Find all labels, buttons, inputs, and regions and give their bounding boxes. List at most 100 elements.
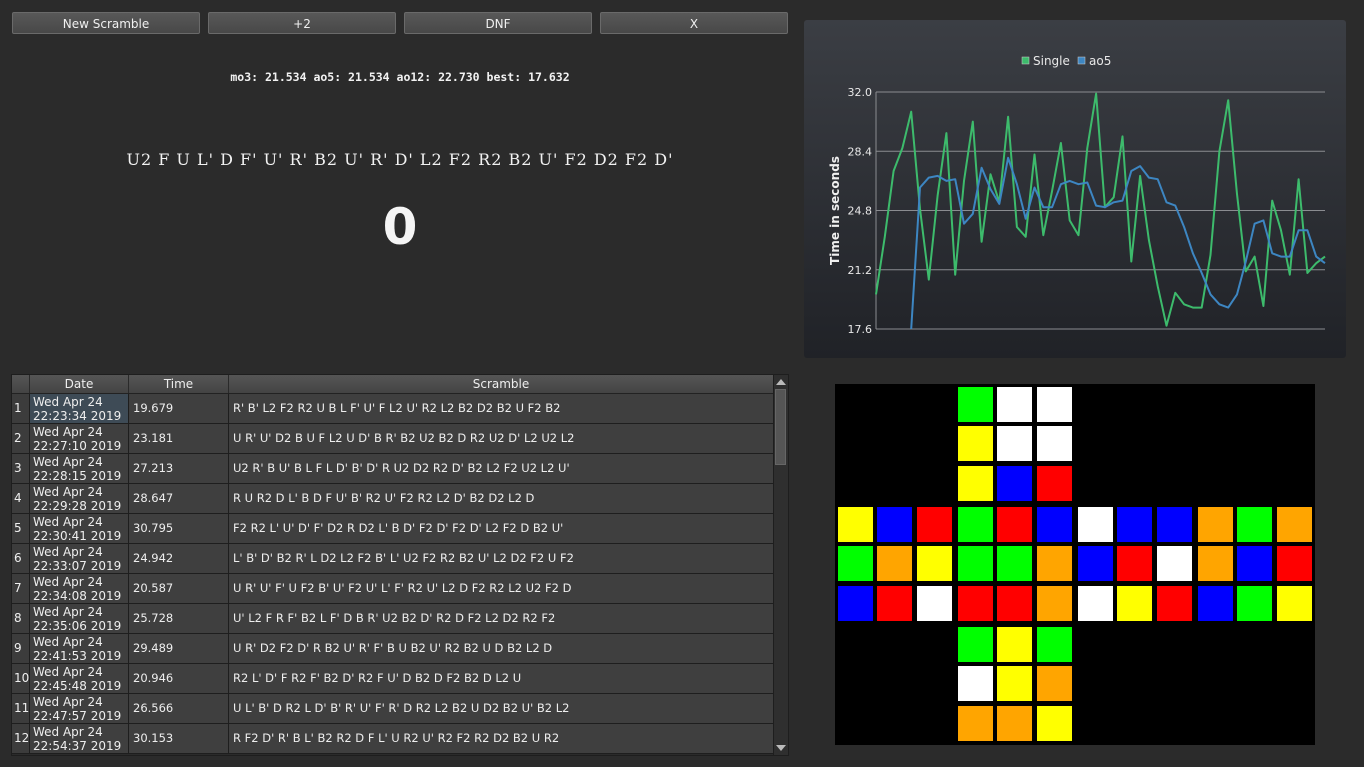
date-cell[interactable]: Wed Apr 24 22:23:34 2019 (30, 394, 129, 423)
scramble-cell[interactable]: U R' U' F' U F2 B' U' F2 U' L' F' R2 U' … (229, 574, 774, 603)
date-cell[interactable]: Wed Apr 24 22:28:15 2019 (30, 454, 129, 483)
date-day: Wed Apr 24 (33, 455, 103, 469)
time-cell[interactable]: 27.213 (129, 454, 229, 483)
row-number[interactable]: 12 (12, 724, 30, 753)
table-scrollbar[interactable] (773, 375, 788, 755)
header-date[interactable]: Date (30, 375, 129, 393)
date-cell[interactable]: Wed Apr 24 22:30:41 2019 (30, 514, 129, 543)
sticker-up-green (957, 386, 994, 423)
row-number[interactable]: 11 (12, 694, 30, 723)
scroll-down-icon[interactable] (776, 745, 786, 751)
table-row[interactable]: 11 Wed Apr 24 22:47:57 2019 26.566 U L' B' D… (12, 694, 774, 724)
row-number[interactable]: 9 (12, 634, 30, 663)
scramble-cell[interactable]: R F2 D' R' B L' B2 R2 D F L' U R2 U' R2 … (229, 724, 774, 753)
scramble-cell[interactable]: R U R2 D L' B D F U' B' R2 U' F2 R2 L2 D… (229, 484, 774, 513)
row-number[interactable]: 1 (12, 394, 30, 423)
time-cell[interactable]: 25.728 (129, 604, 229, 633)
sticker-back-yellow (1275, 584, 1313, 622)
row-number[interactable]: 7 (12, 574, 30, 603)
table-row[interactable]: 8 Wed Apr 24 22:35:06 2019 25.728 U' L2 F R … (12, 604, 774, 634)
scroll-thumb[interactable] (775, 389, 786, 465)
date-time: 22:41:53 2019 (33, 649, 122, 663)
time-cell[interactable]: 29.489 (129, 634, 229, 663)
row-number[interactable]: 3 (12, 454, 30, 483)
sticker-left-orange (876, 545, 914, 583)
delete-x-button[interactable]: X (600, 12, 788, 34)
date-time: 22:27:10 2019 (33, 439, 122, 453)
header-scramble[interactable]: Scramble (229, 375, 774, 393)
table-row[interactable]: 1 Wed Apr 24 22:23:34 2019 19.679 R' B' L2 F… (12, 394, 774, 424)
row-number[interactable]: 6 (12, 544, 30, 573)
scramble-cell[interactable]: U' L2 F R F' B2 L F' D B R' U2 B2 D' R2 … (229, 604, 774, 633)
scramble-cell[interactable]: U R' D2 F2 D' R B2 U' R' F' B U B2 U' R2… (229, 634, 774, 663)
plus-two-button[interactable]: +2 (208, 12, 396, 34)
date-day: Wed Apr 24 (33, 545, 103, 559)
date-cell[interactable]: Wed Apr 24 22:34:08 2019 (30, 574, 129, 603)
time-cell[interactable]: 30.153 (129, 724, 229, 753)
dnf-button[interactable]: DNF (404, 12, 592, 34)
scramble-cell[interactable]: F2 R2 L' U' D' F' D2 R D2 L' B D' F2 D' … (229, 514, 774, 543)
sticker-front-red (996, 584, 1034, 622)
time-cell[interactable]: 23.181 (129, 424, 229, 453)
date-cell[interactable]: Wed Apr 24 22:33:07 2019 (30, 544, 129, 573)
time-cell[interactable]: 20.946 (129, 664, 229, 693)
sticker-front-red (996, 506, 1034, 543)
scramble-cell[interactable]: U R' U' D2 B U F L2 U D' B R' B2 U2 B2 D… (229, 424, 774, 453)
time-cell[interactable]: 26.566 (129, 694, 229, 723)
sticker-left-red (915, 506, 953, 543)
table-header: Date Time Scramble (12, 375, 774, 394)
date-cell[interactable]: Wed Apr 24 22:47:57 2019 (30, 694, 129, 723)
time-cell[interactable]: 24.942 (129, 544, 229, 573)
date-time: 22:30:41 2019 (33, 529, 122, 543)
scramble-cell[interactable]: L' B' D' B2 R' L D2 L2 F2 B' L' U2 F2 R2… (229, 544, 774, 573)
row-number[interactable]: 8 (12, 604, 30, 633)
table-row[interactable]: 10 Wed Apr 24 22:45:48 2019 20.946 R2 L' D' … (12, 664, 774, 694)
legend-swatch-ao5 (1077, 56, 1086, 65)
table-row[interactable]: 5 Wed Apr 24 22:30:41 2019 30.795 F2 R2 L' U… (12, 514, 774, 544)
table-row[interactable]: 2 Wed Apr 24 22:27:10 2019 23.181 U R' U' D2… (12, 424, 774, 454)
date-cell[interactable]: Wed Apr 24 22:29:28 2019 (30, 484, 129, 513)
sticker-right-white (1155, 545, 1193, 583)
header-corner (12, 375, 30, 393)
sticker-down-yellow (996, 665, 1034, 703)
table-row[interactable]: 3 Wed Apr 24 22:28:15 2019 27.213 U2 R' B U'… (12, 454, 774, 484)
scramble-cell[interactable]: R' B' L2 F2 R2 U B L F' U' F L2 U' R2 L2… (229, 394, 774, 423)
date-cell[interactable]: Wed Apr 24 22:27:10 2019 (30, 424, 129, 453)
date-day: Wed Apr 24 (33, 635, 103, 649)
row-number[interactable]: 2 (12, 424, 30, 453)
date-cell[interactable]: Wed Apr 24 22:41:53 2019 (30, 634, 129, 663)
y-tick-label: 21.2 (848, 264, 873, 277)
time-cell[interactable]: 30.795 (129, 514, 229, 543)
table-body: 1 Wed Apr 24 22:23:34 2019 19.679 R' B' L2 F… (12, 394, 774, 754)
row-number[interactable]: 4 (12, 484, 30, 513)
date-time: 22:29:28 2019 (33, 499, 122, 513)
sticker-front-green (957, 506, 994, 543)
table-row[interactable]: 12 Wed Apr 24 22:54:37 2019 30.153 R F2 D' R… (12, 724, 774, 754)
y-axis-title: Time in seconds (828, 156, 842, 265)
scramble-cell[interactable]: R2 L' D' F R2 F' B2 D' R2 F U' D B2 D F2… (229, 664, 774, 693)
date-cell[interactable]: Wed Apr 24 22:54:37 2019 (30, 724, 129, 753)
scroll-up-icon[interactable] (776, 379, 786, 385)
sticker-front-red (957, 584, 994, 622)
scramble-cell[interactable]: U L' B' D R2 L D' B' R' U' F' R' D R2 L2… (229, 694, 774, 723)
date-cell[interactable]: Wed Apr 24 22:45:48 2019 (30, 664, 129, 693)
time-cell[interactable]: 19.679 (129, 394, 229, 423)
row-number[interactable]: 5 (12, 514, 30, 543)
date-cell[interactable]: Wed Apr 24 22:35:06 2019 (30, 604, 129, 633)
sticker-back-orange (1197, 545, 1234, 583)
table-row[interactable]: 7 Wed Apr 24 22:34:08 2019 20.587 U R' U' F'… (12, 574, 774, 604)
scramble-cell[interactable]: U2 R' B U' B L F L D' B' D' R U2 D2 R2 D… (229, 454, 774, 483)
header-time[interactable]: Time (129, 375, 229, 393)
solves-table[interactable]: Date Time Scramble 1 Wed Apr 24 22:23:34 2… (11, 374, 789, 756)
table-row[interactable]: 4 Wed Apr 24 22:29:28 2019 28.647 R U R2 D L… (12, 484, 774, 514)
sticker-right-white (1077, 506, 1114, 543)
time-cell[interactable]: 20.587 (129, 574, 229, 603)
new-scramble-button[interactable]: New Scramble (12, 12, 200, 34)
row-number[interactable]: 10 (12, 664, 30, 693)
time-cell[interactable]: 28.647 (129, 484, 229, 513)
sticker-back-orange (1197, 506, 1234, 543)
table-row[interactable]: 6 Wed Apr 24 22:33:07 2019 24.942 L' B' D' B… (12, 544, 774, 574)
stats-line: mo3: 21.534 ao5: 21.534 ao12: 22.730 bes… (230, 70, 570, 84)
sticker-down-yellow (996, 626, 1034, 663)
table-row[interactable]: 9 Wed Apr 24 22:41:53 2019 29.489 U R' D2 F2… (12, 634, 774, 664)
